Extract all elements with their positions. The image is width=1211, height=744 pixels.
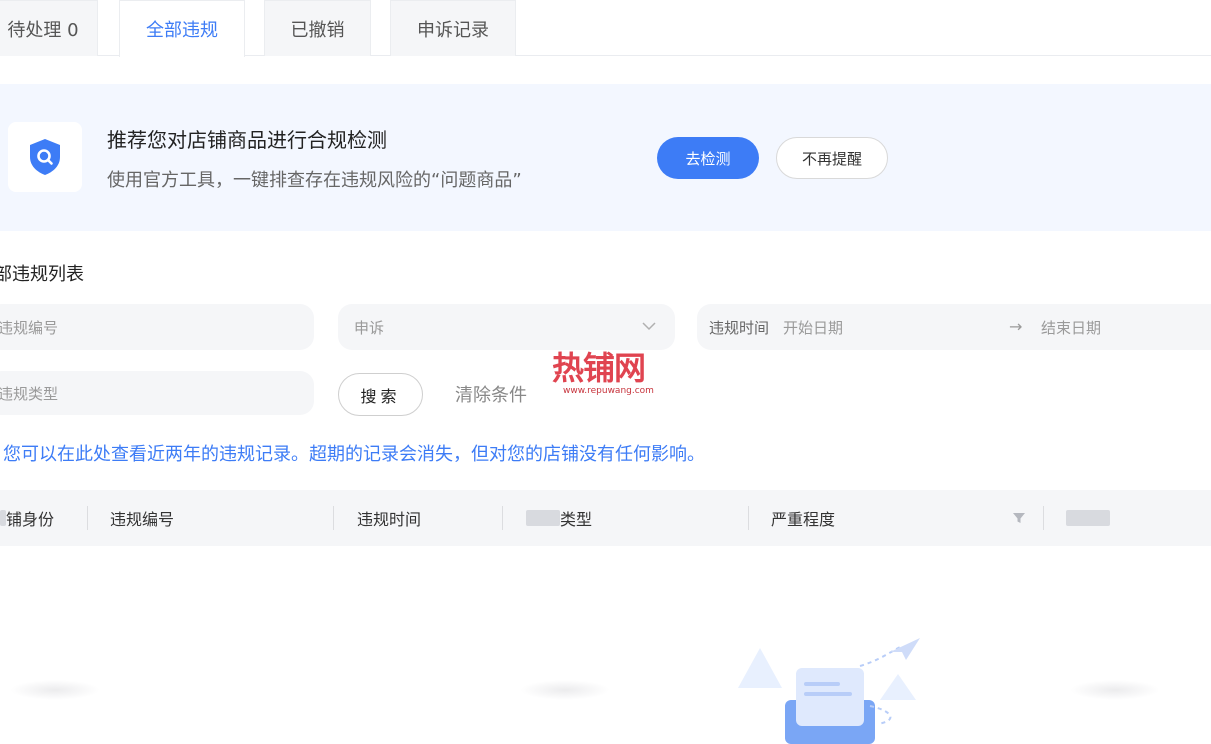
go-detect-button[interactable]: 去检测	[657, 137, 759, 179]
empty-state-illustration	[738, 638, 920, 744]
tab-pending[interactable]: 待处理 0	[0, 0, 98, 56]
column-divider	[87, 506, 88, 530]
background-smudge	[1070, 680, 1160, 700]
section-title: 部违规列表	[0, 264, 84, 285]
violation-time-label: 违规时间	[709, 318, 770, 337]
violation-code-input[interactable]: 违规编号	[0, 304, 314, 350]
background-smudge	[10, 680, 100, 700]
tab-bar: 待处理 0 全部违规 已撤销 申诉记录	[0, 0, 1211, 57]
chevron-down-icon	[642, 322, 656, 331]
violation-type-placeholder: 违规类型	[0, 384, 59, 403]
compliance-banner: 推荐您对店铺商品进行合规检测 使用官方工具，一键排查存在违规风险的“问题商品” …	[0, 84, 1211, 231]
banner-title: 推荐您对店铺商品进行合规检测	[107, 128, 387, 152]
end-date-input[interactable]: 结束日期	[1041, 317, 1101, 338]
column-store-identity: 铺身份	[6, 510, 55, 529]
shield-search-icon	[30, 139, 60, 175]
violation-code-placeholder: 违规编号	[0, 318, 59, 337]
redacted-block	[1066, 510, 1110, 526]
watermark-url: www.repuwang.com	[563, 386, 654, 396]
tab-appeal-records[interactable]: 申诉记录	[390, 0, 516, 56]
retention-notice: 您可以在此处查看近两年的违规记录。超期的记录会消失，但对您的店铺没有任何影响。	[3, 444, 705, 465]
arrow-right-icon: →	[1009, 317, 1023, 336]
violation-type-input[interactable]: 违规类型	[0, 371, 314, 415]
background-smudge	[520, 680, 610, 700]
tab-all-violations[interactable]: 全部违规	[119, 0, 245, 57]
tab-revoked[interactable]: 已撤销	[264, 0, 371, 56]
column-divider	[333, 506, 334, 530]
banner-subtitle: 使用官方工具，一键排查存在违规风险的“问题商品”	[107, 170, 522, 191]
appeal-select-placeholder: 申诉	[354, 318, 385, 337]
column-divider	[502, 506, 503, 530]
column-severity: 严重程度	[771, 510, 836, 529]
dismiss-reminder-button[interactable]: 不再提醒	[776, 137, 888, 179]
search-button[interactable]: 搜索	[338, 373, 423, 416]
column-violation-code: 违规编号	[110, 510, 175, 529]
column-violation-time: 违规时间	[357, 510, 422, 529]
redacted-block	[526, 510, 560, 526]
violation-time-range[interactable]: 违规时间 开始日期 → 结束日期	[697, 304, 1211, 350]
column-divider	[1043, 506, 1044, 530]
column-violation-type: 类型	[560, 510, 593, 529]
clear-filters-link[interactable]: 清除条件	[455, 381, 527, 407]
column-divider	[748, 506, 749, 530]
banner-icon-box	[8, 122, 82, 192]
start-date-input[interactable]: 开始日期	[783, 317, 843, 338]
table-header: 铺身份 违规编号 违规时间 类型 严重程度	[0, 490, 1211, 546]
watermark-logo: 热铺网	[552, 349, 646, 387]
filter-icon[interactable]	[1011, 510, 1027, 526]
